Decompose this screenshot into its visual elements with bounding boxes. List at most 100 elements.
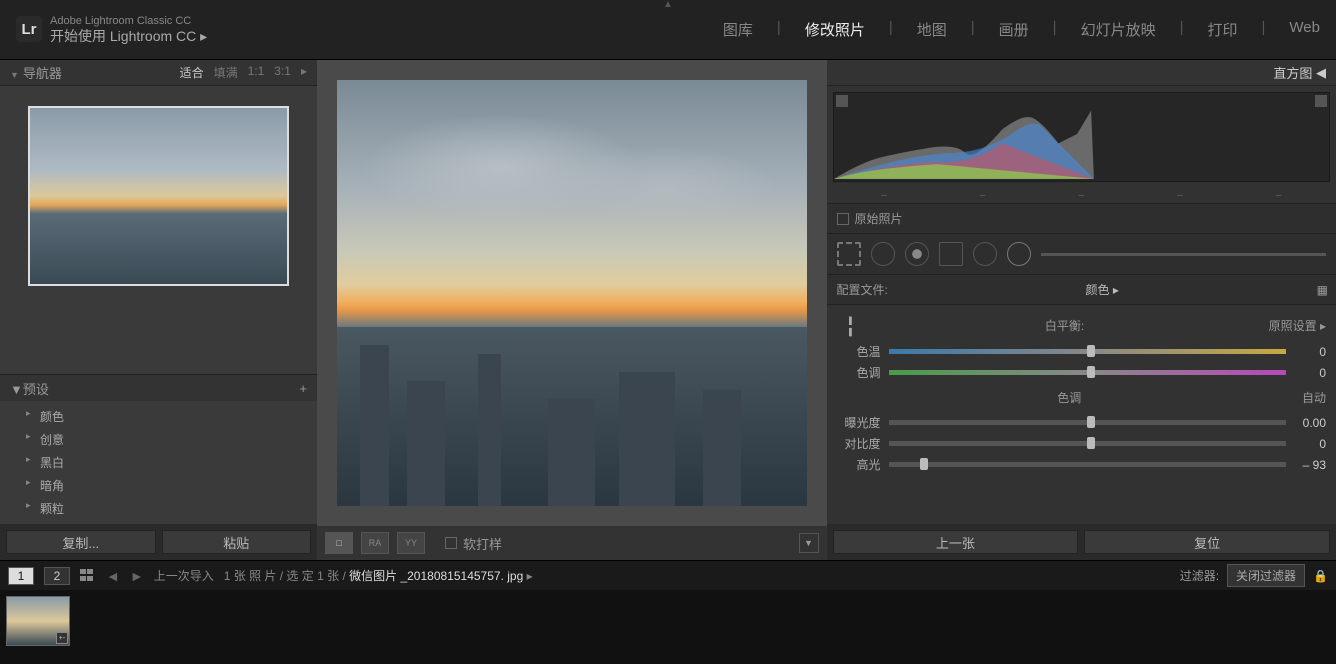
crop-tool-icon[interactable] [837,242,861,266]
temp-slider[interactable] [889,349,1287,354]
profile-value[interactable]: 颜色 ▸ [1086,281,1119,298]
exposure-label: 曝光度 [837,414,881,431]
zoom-3-1[interactable]: 3:1 [274,64,291,81]
photo-viewport[interactable] [317,60,827,526]
reset-button[interactable]: 复位 [1084,530,1330,554]
paste-button[interactable]: 粘贴 [162,530,312,554]
softproof-checkbox[interactable] [445,537,457,549]
view-before-after-button[interactable]: RA [361,532,389,554]
previous-button[interactable]: 上一张 [833,530,1079,554]
original-row: 原始照片 [827,203,1336,234]
profile-label: 配置文件: [837,281,888,298]
view-loupe-button[interactable]: □ [325,532,353,554]
logo-area: Lr Adobe Lightroom Classic CC 开始使用 Light… [16,15,207,45]
preset-group-grain[interactable]: 颗粒 [0,497,317,520]
highlights-slider[interactable] [889,462,1287,467]
wb-preset[interactable]: 原照设置 ▸ [1269,317,1326,334]
grid-view-icon[interactable] [80,569,96,583]
preset-group-bw[interactable]: 黑白 [0,451,317,474]
preset-group-vignette[interactable]: 暗角 [0,474,317,497]
navigator-thumbnail[interactable] [28,106,289,286]
presets-panel: ▼预设 + 颜色 创意 黑白 暗角 颗粒 [0,374,317,524]
auto-tone-button[interactable]: 自动 [1302,389,1326,406]
module-book[interactable]: 画册 [999,19,1029,40]
toolbar-menu-button[interactable]: ▼ [799,533,819,553]
contrast-label: 对比度 [837,435,881,452]
navigator-zoom-options: 适合 填满 1:1 3:1 ▸ [180,64,307,81]
zoom-more-icon[interactable]: ▸ [301,64,307,81]
thumb-badge-icon: +- [56,632,68,644]
navigator-header[interactable]: ▼导航器 适合 填满 1:1 3:1 ▸ [0,60,317,86]
product-name-large[interactable]: 开始使用 Lightroom CC ▸ [50,28,207,45]
spot-tool-icon[interactable] [871,242,895,266]
view-yy-button[interactable]: YY [397,532,425,554]
tool-slider[interactable] [1041,253,1327,256]
softproof-label: 软打样 [463,534,502,553]
page-2-button[interactable]: 2 [44,567,70,585]
filmstrip-thumb[interactable]: +- [6,596,70,646]
highlights-label: 高光 [837,456,881,473]
presets-header[interactable]: ▼预设 + [0,375,317,401]
tool-strip [827,234,1336,275]
module-print[interactable]: 打印 [1208,19,1238,40]
redeye-tool-icon[interactable] [905,242,929,266]
center-panel: □ RA YY 软打样 ▼ [317,60,827,560]
module-slideshow[interactable]: 幻灯片放映 [1081,19,1156,40]
gradient-tool-icon[interactable] [939,242,963,266]
preset-group-creative[interactable]: 创意 [0,428,317,451]
tint-value[interactable]: 0 [1294,366,1326,380]
profile-grid-icon[interactable]: ▦ [1317,283,1326,297]
page-1-button[interactable]: 1 [8,567,34,585]
module-library[interactable]: 图库 [723,19,753,40]
tone-header: 色调 [837,389,1302,406]
preset-group-color[interactable]: 颜色 [0,405,317,428]
histogram[interactable] [833,92,1331,182]
histogram-header[interactable]: 直方图 ◀ [827,60,1336,86]
module-picker: 图库| 修改照片| 地图| 画册| 幻灯片放映| 打印| Web [723,19,1320,40]
left-button-row: 复制... 粘贴 [0,524,317,560]
highlight-clip-icon[interactable] [1315,95,1327,107]
histogram-zones: ––––– [827,188,1336,203]
exposure-slider[interactable] [889,420,1287,425]
nav-back-icon[interactable]: ◄ [106,568,120,584]
filmstrip[interactable]: +- [0,590,1336,664]
module-develop[interactable]: 修改照片 [805,19,865,40]
shadow-clip-icon[interactable] [836,95,848,107]
filmstrip-bar: 1 2 ◄ ► 上一次导入 1 张 照 片 / 选 定 1 张 / 微信图片 _… [0,560,1336,590]
copy-button[interactable]: 复制... [6,530,156,554]
nav-forward-icon[interactable]: ► [130,568,144,584]
breadcrumb[interactable]: 上一次导入 1 张 照 片 / 选 定 1 张 / 微信图片 _20180815… [154,567,533,584]
wb-label: 白平衡: [1045,317,1084,334]
exposure-value[interactable]: 0.00 [1294,416,1326,430]
highlights-value[interactable]: – 93 [1294,458,1326,472]
temp-value[interactable]: 0 [1294,345,1326,359]
top-bar: ▲ Lr Adobe Lightroom Classic CC 开始使用 Lig… [0,0,1336,60]
original-checkbox[interactable] [837,213,849,225]
module-map[interactable]: 地图 [917,19,947,40]
main-area: ▼导航器 适合 填满 1:1 3:1 ▸ ▼预设 + 颜色 创意 黑白 暗角 颗… [0,60,1336,560]
zoom-1-1[interactable]: 1:1 [248,64,265,81]
contrast-slider[interactable] [889,441,1287,446]
left-panel: ▼导航器 适合 填满 1:1 3:1 ▸ ▼预设 + 颜色 创意 黑白 暗角 颗… [0,60,317,560]
tint-label: 色调 [837,364,881,381]
right-panel: 直方图 ◀ ––––– 原始照片 [827,60,1336,560]
module-web[interactable]: Web [1289,19,1320,40]
add-preset-icon[interactable]: + [299,381,307,396]
center-toolbar: □ RA YY 软打样 ▼ [317,526,827,560]
brush-tool-icon[interactable] [1007,242,1031,266]
filter-select[interactable]: 关闭过滤器 [1227,564,1305,587]
tint-slider[interactable] [889,370,1287,375]
app-logo: Lr [16,16,42,42]
contrast-value[interactable]: 0 [1294,437,1326,451]
zoom-fill[interactable]: 填满 [214,64,238,81]
filter-lock-icon[interactable]: 🔒 [1313,569,1328,583]
temp-label: 色温 [837,343,881,360]
zoom-fit[interactable]: 适合 [180,64,204,81]
profile-row: 配置文件: 颜色 ▸ ▦ [827,275,1336,304]
right-button-row: 上一张 复位 [827,524,1336,560]
white-balance-section: 白平衡: 原照设置 ▸ 色温 0 色调 0 色调 自动 [827,304,1336,485]
wb-dropper-icon[interactable] [832,308,866,342]
collapse-top-icon[interactable]: ▲ [663,0,673,10]
original-label: 原始照片 [855,210,903,227]
radial-tool-icon[interactable] [973,242,997,266]
